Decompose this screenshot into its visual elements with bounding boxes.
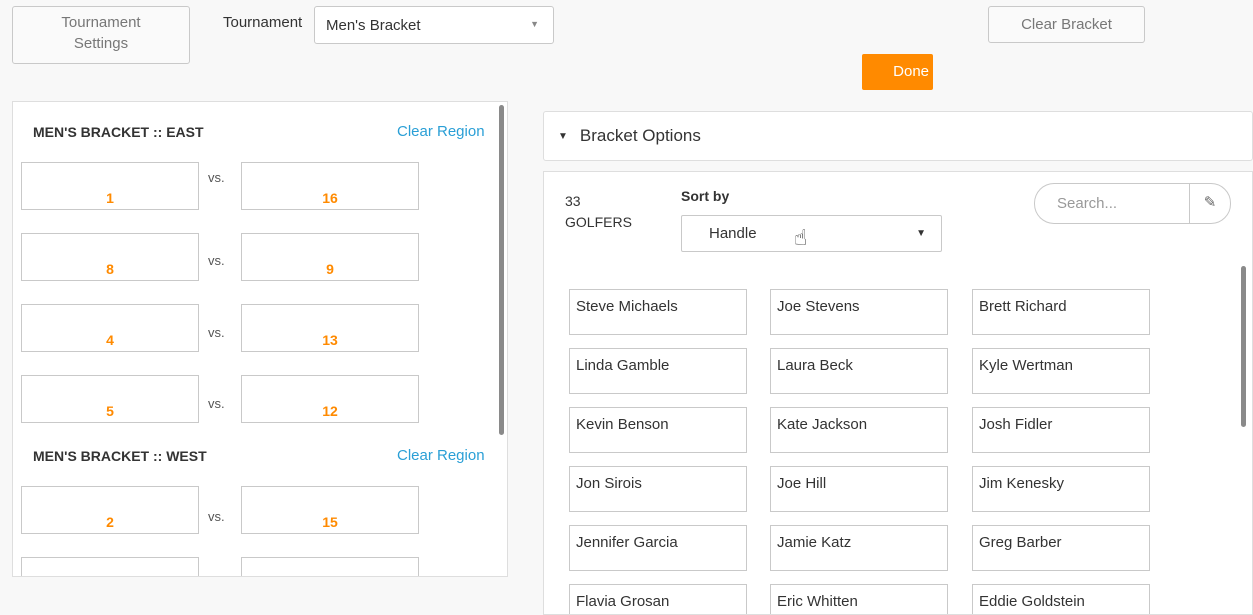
clear-region-west-link[interactable]: Clear Region bbox=[397, 447, 485, 464]
seed-number: 2 bbox=[106, 514, 114, 530]
golfer-count: 33 GOLFERS bbox=[565, 191, 632, 233]
seed-number: 8 bbox=[106, 261, 114, 277]
hand-pointer-icon: ☝ bbox=[794, 225, 808, 250]
vs-label: vs. bbox=[208, 325, 225, 340]
golfer-card[interactable]: Kyle Wertman bbox=[972, 348, 1150, 394]
golfer-card[interactable]: Jennifer Garcia bbox=[569, 525, 747, 571]
seed-slot[interactable]: 13 bbox=[241, 304, 419, 352]
vs-label: vs. bbox=[208, 509, 225, 524]
tournament-settings-button[interactable]: Tournament Settings bbox=[12, 6, 190, 64]
golfer-card[interactable]: Eric Whitten bbox=[770, 584, 948, 614]
golfer-card[interactable]: Eddie Goldstein bbox=[972, 584, 1150, 614]
golfer-card[interactable]: Kate Jackson bbox=[770, 407, 948, 453]
tournament-select-value: Men's Bracket bbox=[326, 17, 421, 34]
golfer-card[interactable]: Linda Gamble bbox=[569, 348, 747, 394]
golfer-list-scrollbar[interactable] bbox=[1241, 266, 1246, 427]
caret-down-icon: ▼ bbox=[530, 19, 539, 29]
seed-number: 13 bbox=[322, 332, 338, 348]
vs-label: vs. bbox=[208, 396, 225, 411]
golfer-picker-panel: 33 GOLFERS Sort by Handle ▼ ☝ ✎ Steve Mi… bbox=[543, 171, 1253, 615]
vs-label: vs. bbox=[208, 170, 225, 185]
sort-by-label: Sort by bbox=[681, 188, 730, 204]
golfer-card[interactable]: Josh Fidler bbox=[972, 407, 1150, 453]
golfer-card[interactable]: Greg Barber bbox=[972, 525, 1150, 571]
golfer-card[interactable]: Jamie Katz bbox=[770, 525, 948, 571]
golfer-card[interactable]: Jim Kenesky bbox=[972, 466, 1150, 512]
seed-slot[interactable]: 1 bbox=[21, 162, 199, 210]
seed-number: 9 bbox=[326, 261, 334, 277]
golfer-card[interactable]: Brett Richard bbox=[972, 289, 1150, 335]
triangle-down-icon: ▼ bbox=[558, 131, 568, 142]
seed-slot[interactable] bbox=[21, 557, 199, 576]
seed-slot[interactable]: 4 bbox=[21, 304, 199, 352]
region-title-east: MEN'S BRACKET :: EAST bbox=[33, 124, 204, 140]
seed-number: 15 bbox=[322, 514, 338, 530]
seed-number: 16 bbox=[322, 190, 338, 206]
golfer-card[interactable]: Joe Stevens bbox=[770, 289, 948, 335]
caret-down-icon: ▼ bbox=[916, 228, 926, 239]
seed-number: 12 bbox=[322, 403, 338, 419]
tournament-select[interactable]: Men's Bracket ▼ bbox=[314, 6, 554, 44]
seed-slot[interactable]: 2 bbox=[21, 486, 199, 534]
eraser-icon[interactable]: ✎ bbox=[1189, 183, 1231, 224]
sort-by-value: Handle bbox=[709, 225, 757, 242]
done-button[interactable]: Done bbox=[862, 54, 933, 90]
clear-region-east-link[interactable]: Clear Region bbox=[397, 123, 485, 140]
seed-number: 5 bbox=[106, 403, 114, 419]
seed-number: 4 bbox=[106, 332, 114, 348]
seed-slot[interactable]: 15 bbox=[241, 486, 419, 534]
settings-label-line2: Settings bbox=[73, 35, 129, 52]
bracket-options-toggle[interactable]: ▼ Bracket Options bbox=[543, 111, 1253, 161]
bracket-options-label: Bracket Options bbox=[579, 126, 701, 145]
seed-slot[interactable]: 5 bbox=[21, 375, 199, 423]
golfer-count-label: GOLFERS bbox=[565, 214, 632, 230]
bracket-scrollbar[interactable] bbox=[499, 105, 504, 435]
settings-label-line1: Tournament bbox=[61, 14, 141, 31]
bracket-regions-panel: MEN'S BRACKET :: EAST Clear Region 1 vs.… bbox=[12, 101, 508, 577]
golfer-card[interactable]: Laura Beck bbox=[770, 348, 948, 394]
golfer-card[interactable]: Jon Sirois bbox=[569, 466, 747, 512]
golfer-card[interactable]: Kevin Benson bbox=[569, 407, 747, 453]
golfer-search-input[interactable] bbox=[1034, 183, 1189, 224]
region-title-west: MEN'S BRACKET :: WEST bbox=[33, 448, 207, 464]
seed-number: 1 bbox=[106, 190, 114, 206]
seed-slot[interactable]: 12 bbox=[241, 375, 419, 423]
golfer-card[interactable]: Joe Hill bbox=[770, 466, 948, 512]
clear-bracket-button[interactable]: Clear Bracket bbox=[988, 6, 1145, 43]
golfer-card[interactable]: Steve Michaels bbox=[569, 289, 747, 335]
golfer-count-number: 33 bbox=[565, 193, 581, 209]
sort-by-select[interactable]: Handle ▼ bbox=[681, 215, 942, 252]
vs-label: vs. bbox=[208, 253, 225, 268]
tournament-label: Tournament bbox=[223, 14, 303, 31]
seed-slot[interactable]: 9 bbox=[241, 233, 419, 281]
golfer-card[interactable]: Flavia Grosan bbox=[569, 584, 747, 614]
seed-slot[interactable]: 8 bbox=[21, 233, 199, 281]
seed-slot[interactable]: 16 bbox=[241, 162, 419, 210]
seed-slot[interactable] bbox=[241, 557, 419, 576]
